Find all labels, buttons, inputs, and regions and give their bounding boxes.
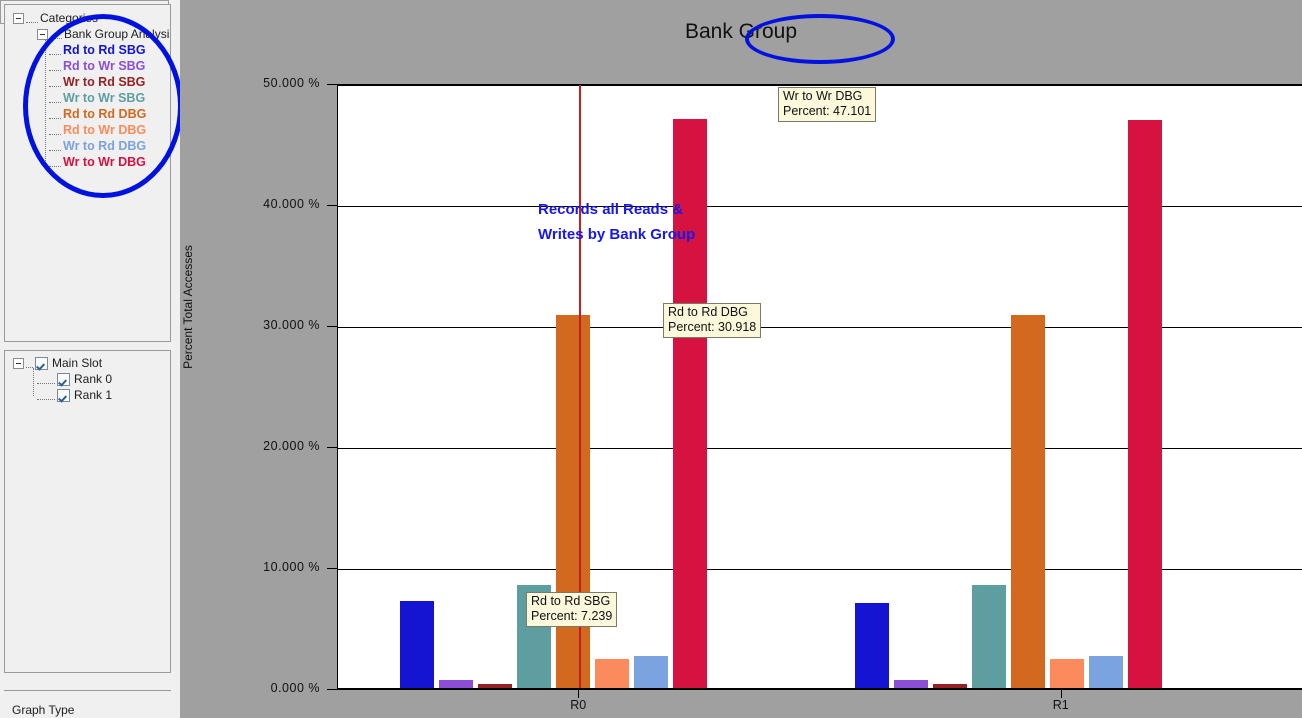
sidebar-panel: Categories Bank Group Analysis Rd to Rd … — [0, 0, 183, 718]
tree-leaf-label: Rd to Rd SBG — [63, 43, 146, 57]
plot-area: Records all Reads & Writes by Bank Group… — [337, 84, 1302, 690]
expander-icon[interactable] — [13, 358, 24, 370]
application-window: Categories Bank Group Analysis Rd to Rd … — [0, 0, 1302, 718]
tree-leaf-rd-to-wr-dbg[interactable]: Rd to Wr DBG — [49, 123, 146, 137]
x-tick-label: R0 — [570, 698, 587, 712]
tree-guide-icon — [49, 111, 61, 119]
x-axis-line — [337, 688, 1302, 690]
tree-leaf-rank-1[interactable]: Rank 1 — [37, 388, 113, 403]
tree-leaf-wr-to-wr-dbg[interactable]: Wr to Wr DBG — [49, 155, 146, 169]
y-tick-label: 50.000 % — [263, 76, 320, 90]
tree-leaf-label: Wr to Wr DBG — [63, 155, 146, 169]
tree-guide-icon — [37, 376, 55, 384]
bar-R1-rd-to-rd-dbg[interactable] — [1010, 315, 1045, 689]
annotation-note-line1: Records all Reads & — [538, 201, 684, 218]
y-axis-label: Percent Total Accesses — [181, 245, 195, 369]
tree-guide-icon — [49, 127, 61, 135]
tree-guide-line — [33, 368, 34, 396]
bar-R1-wr-to-rd-dbg[interactable] — [1088, 656, 1123, 689]
bar-R1-rd-to-wr-dbg[interactable] — [1049, 659, 1084, 689]
tooltip-series-name: Rd to Rd DBG — [668, 305, 748, 319]
y-tick-mark — [327, 84, 337, 85]
y-tick-mark — [327, 568, 337, 569]
annotation-note: Records all Reads & Writes by Bank Group — [538, 197, 695, 247]
tree-node-bank-group-analysis[interactable]: Bank Group Analysis — [37, 27, 171, 41]
bar-R1-wr-to-wr-sbg[interactable] — [971, 584, 1006, 689]
tooltip-rd-to-rd-sbg: Rd to Rd SBG Percent: 7.239 — [526, 592, 618, 627]
tree-guide-icon — [49, 159, 61, 167]
checkbox-rank-0[interactable] — [57, 373, 70, 387]
tree-node-main-slot-label: Main Slot — [52, 356, 103, 370]
tree-leaf-label: Rank 0 — [74, 372, 113, 386]
x-tick-mark — [578, 690, 580, 698]
tree-guide-line — [45, 39, 46, 169]
tree-guide-icon — [49, 63, 61, 71]
checkbox-rank-1[interactable] — [57, 389, 70, 403]
tooltip-wr-to-wr-dbg: Wr to Wr DBG Percent: 47.101 — [778, 87, 877, 122]
tree-leaf-label: Wr to Rd SBG — [63, 75, 146, 89]
chart-title: Bank Group — [684, 20, 798, 43]
graph-type-label: Graph Type — [12, 703, 75, 717]
tree-leaf-rank-0[interactable]: Rank 0 — [37, 372, 113, 387]
tree-leaf-rd-to-wr-sbg[interactable]: Rd to Wr SBG — [49, 59, 145, 73]
tree-leaf-label: Rd to Wr DBG — [63, 123, 147, 137]
tree-leaf-rd-to-rd-sbg[interactable]: Rd to Rd SBG — [49, 43, 146, 57]
annotation-note-line2: Writes by Bank Group — [538, 226, 696, 243]
tooltip-rd-to-rd-dbg: Rd to Rd DBG Percent: 30.918 — [663, 303, 762, 338]
y-tick-label: 0.000 % — [270, 681, 320, 695]
tooltip-value: Percent: 47.101 — [783, 104, 872, 118]
tree-leaf-wr-to-rd-sbg[interactable]: Wr to Rd SBG — [49, 75, 145, 89]
tree-leaf-label: Rank 1 — [74, 388, 113, 402]
tree-guide-icon — [49, 79, 61, 87]
y-tick-mark — [327, 447, 337, 448]
panel-divider — [4, 690, 171, 691]
tree-guide-icon — [49, 47, 61, 55]
bar-R0-rd-to-rd-dbg[interactable] — [556, 314, 590, 689]
tree-node-categories[interactable]: Categories — [13, 11, 98, 25]
tree-leaf-label: Wr to Rd DBG — [63, 139, 147, 153]
bar-R1-wr-to-wr-dbg[interactable] — [1127, 120, 1162, 689]
x-tick-mark — [1060, 690, 1062, 698]
tree-node-main-slot[interactable]: Main Slot — [13, 356, 103, 371]
tree-node-bank-group-analysis-label: Bank Group Analysis — [64, 27, 171, 41]
bar-R0-rd-to-wr-dbg[interactable] — [595, 658, 629, 689]
tooltip-series-name: Rd to Rd SBG — [531, 594, 611, 608]
bar-R0-rd-to-rd-sbg[interactable] — [400, 601, 434, 689]
tree-leaf-wr-to-rd-dbg[interactable]: Wr to Rd DBG — [49, 139, 146, 153]
y-tick-label: 30.000 % — [263, 318, 320, 332]
tree-leaf-label: Wr to Wr SBG — [63, 91, 146, 105]
tree-leaf-wr-to-wr-sbg[interactable]: Wr to Wr SBG — [49, 91, 145, 105]
categories-tree-panel[interactable]: Categories Bank Group Analysis Rd to Rd … — [4, 4, 171, 342]
tooltip-value: Percent: 7.239 — [531, 609, 613, 623]
y-tick-mark — [327, 689, 337, 690]
bar-R0-wr-to-rd-dbg[interactable] — [634, 655, 668, 689]
y-tick-label: 10.000 % — [263, 560, 320, 574]
x-tick-label: R1 — [1052, 698, 1069, 712]
annotation-ellipse-title — [745, 14, 895, 64]
tooltip-value: Percent: 30.918 — [668, 320, 757, 334]
expander-icon[interactable] — [13, 13, 24, 25]
y-tick-mark — [327, 205, 337, 206]
gridline — [338, 85, 1302, 86]
tree-leaf-label: Rd to Rd DBG — [63, 107, 147, 121]
y-tick-label: 40.000 % — [263, 197, 320, 211]
tree-leaf-label: Rd to Wr SBG — [63, 59, 146, 73]
y-tick-label: 20.000 % — [263, 439, 320, 453]
checkbox-main-slot[interactable] — [35, 357, 48, 371]
bar-R1-rd-to-rd-sbg[interactable] — [854, 603, 889, 689]
tree-guide-icon — [49, 95, 61, 103]
expander-icon[interactable] — [37, 29, 48, 41]
tooltip-series-name: Wr to Wr DBG — [783, 89, 863, 103]
tree-guide-icon — [49, 143, 61, 151]
slots-tree-panel[interactable]: Main Slot Rank 0 Rank 1 — [4, 350, 171, 673]
y-tick-mark — [327, 326, 337, 327]
chart-panel: Bank Group Percent Total Accesses 0.000 … — [180, 0, 1302, 718]
tree-guide-icon — [37, 392, 55, 400]
tree-node-categories-label: Categories — [40, 11, 99, 25]
tree-leaf-rd-to-rd-dbg[interactable]: Rd to Rd DBG — [49, 107, 146, 121]
